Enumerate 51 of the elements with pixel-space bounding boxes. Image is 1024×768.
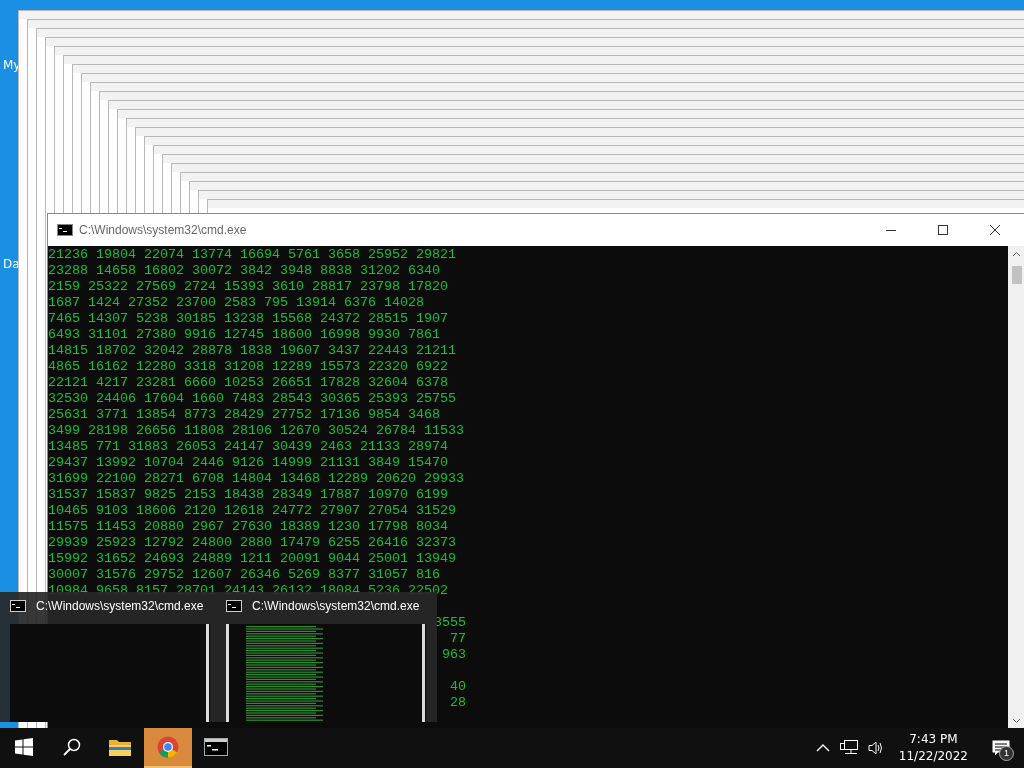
console-line: 13485 771 31883 26053 24147 30439 2463 21133 28974	[48, 439, 449, 455]
console-line: 7465 14307 5238 30185 13238 15568 24372 28515 1907	[48, 311, 449, 327]
notification-badge: 1	[999, 746, 1014, 761]
console-line: 23288 14658 16802 30072 3842 3948 8838 31202 6340	[48, 263, 441, 279]
console-line: 22121 4217 23281 6660 10253 26651 17828 32604 6378	[48, 375, 449, 391]
console-icon	[57, 224, 73, 236]
window-title: C:\Windows\system32\cmd.exe	[79, 223, 247, 237]
notifications-button[interactable]: 1	[978, 728, 1024, 768]
console-line: 14815 18702 32042 28878 1838 19607 3437 22443 21211	[48, 343, 457, 359]
browser-icon	[157, 736, 179, 758]
console-line: 40	[450, 679, 466, 694]
windows-logo-icon	[15, 738, 33, 756]
scrollbar[interactable]	[1008, 246, 1024, 729]
console-line: 21236 19804 22074 13774 16694 5761 3658 25952 29821	[48, 247, 457, 263]
console-icon	[204, 738, 228, 756]
console-icon	[10, 599, 26, 612]
console-line: 31699 22100 28271 6708 14804 13468 12289 20620 29933	[48, 471, 465, 487]
console-line: 1687 1424 27352 23700 2583 795 13914 6376 14028	[48, 295, 425, 311]
thumbnail-title[interactable]: C:\Windows\system32\cmd.exe	[36, 598, 204, 613]
scrollbar-thumb[interactable]	[1011, 266, 1022, 284]
window-thumbnail[interactable]	[226, 623, 426, 722]
console-line: 31537 15837 9825 2153 18438 28349 17887 10970 6199	[48, 487, 449, 503]
console-line: 11575 11453 20880 2967 27630 18389 1230 17798 8034	[48, 519, 449, 535]
close-icon	[990, 225, 1000, 235]
console-line: 28	[450, 695, 466, 710]
network-icon[interactable]	[839, 740, 858, 756]
console-line: 32530 24406 17604 1660 7483 28543 30365 25393 25755	[48, 391, 457, 407]
folder-icon	[108, 737, 132, 757]
maximize-icon	[938, 225, 948, 235]
search-icon	[63, 738, 81, 756]
console-line: 15992 31652 24693 24889 1211 20091 9044 25001 13949	[48, 551, 457, 567]
console-line: 30007 31576 29752 12607 26346 5269 8377 31057 816	[48, 567, 441, 583]
console-line: 10984 9658 8157 28701 24143 26132 18084 5236 22502	[48, 583, 449, 599]
console-line: 29437 13992 10704 2446 9126 14999 21131 3849 15470	[48, 455, 449, 471]
console-line: 963	[442, 647, 466, 662]
speaker-icon[interactable]	[867, 740, 884, 756]
thumbnail-title[interactable]: C:\Windows\system32\cmd.exe	[252, 598, 420, 613]
clock-time[interactable]: 7:43 PM	[909, 731, 958, 748]
console-line: 3555	[434, 615, 466, 630]
window-thumbnail[interactable]	[10, 623, 210, 722]
console-line: 10465 9103 18606 2120 12618 24772 27907 27054 31529	[48, 503, 457, 519]
console-icon	[226, 599, 242, 612]
console-line: 29939 25923 12792 24800 2880 17479 6255 26416 32373	[48, 535, 457, 551]
console-line: 6493 31101 27380 9916 12745 18600 16998 9930 7861	[48, 327, 441, 343]
console-line: 3499 28198 26656 11808 28106 12670 30524 26784 11533	[48, 423, 465, 439]
console-line: 77	[450, 631, 466, 646]
console-line: 25631 3771 13854 8773 28429 27752 17136 9854 3468	[48, 407, 441, 423]
console-line: 2159 25322 27569 2724 15393 3610 28817 23798 17820	[48, 279, 449, 295]
console-line: 4865 16162 12280 3318 31208 12289 15573 22320 6922	[48, 359, 449, 375]
clock-date[interactable]: 11/22/2022	[898, 748, 968, 765]
chevron-up-icon[interactable]	[815, 743, 830, 753]
